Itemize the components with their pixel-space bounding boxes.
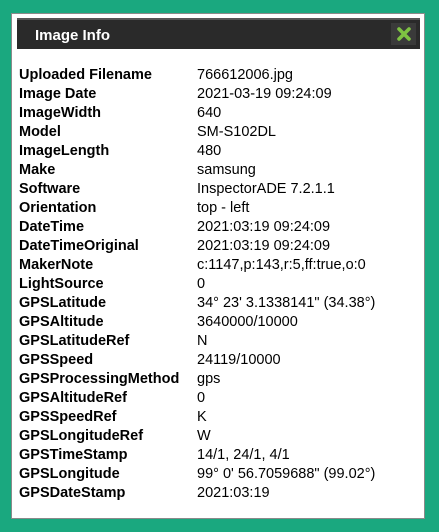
metadata-value: 766612006.jpg (197, 67, 293, 83)
metadata-row: GPSProcessingMethod gps (19, 370, 419, 389)
metadata-row: ImageLength 480 (19, 142, 419, 161)
metadata-value: 0 (197, 390, 206, 406)
metadata-value: 3640000/10000 (197, 314, 298, 330)
dialog-titlebar[interactable]: Image Info (17, 18, 420, 49)
metadata-row: LightSource 0 (19, 275, 419, 294)
metadata-row: Image Date 2021-03-19 09:24:09 (19, 85, 419, 104)
metadata-row: Software InspectorADE 7.2.1.1 (19, 180, 419, 199)
metadata-value: 0 (197, 276, 206, 292)
metadata-row: GPSAltitude 3640000/10000 (19, 313, 419, 332)
metadata-value: 480 (197, 143, 222, 159)
metadata-row: MakerNote c:1147,p:143,r:5,ff:true,o:0 (19, 256, 419, 275)
metadata-row: GPSSpeedRef K (19, 408, 419, 427)
metadata-row: GPSLongitudeRef W (19, 427, 419, 446)
close-x-icon (396, 27, 411, 41)
metadata-value: 640 (197, 105, 222, 121)
metadata-key: GPSLatitude (19, 295, 107, 311)
metadata-key: Make (19, 162, 56, 178)
metadata-value: 24119/10000 (197, 352, 281, 368)
metadata-key: GPSAltitudeRef (19, 390, 127, 406)
metadata-key: GPSSpeed (19, 352, 94, 368)
metadata-value: W (197, 428, 211, 444)
metadata-value: 14/1, 24/1, 4/1 (197, 447, 290, 463)
metadata-key: GPSSpeedRef (19, 409, 117, 425)
metadata-value: c:1147,p:143,r:5,ff:true,o:0 (197, 257, 366, 273)
metadata-row: Uploaded Filename 766612006.jpg (19, 66, 419, 85)
metadata-key: GPSAltitude (19, 314, 104, 330)
metadata-key: Software (19, 181, 81, 197)
metadata-key: GPSDateStamp (19, 485, 126, 501)
metadata-value: N (197, 333, 208, 349)
metadata-value: SM-S102DL (197, 124, 276, 140)
metadata-key: ImageLength (19, 143, 110, 159)
close-button[interactable] (391, 23, 416, 45)
metadata-row: GPSAltitudeRef 0 (19, 389, 419, 408)
metadata-key: DateTime (19, 219, 85, 235)
metadata-key: ImageWidth (19, 105, 102, 121)
metadata-row: GPSLongitude 99° 0' 56.7059688" (99.02°) (19, 465, 419, 484)
metadata-value: InspectorADE 7.2.1.1 (197, 181, 335, 197)
metadata-row: Model SM-S102DL (19, 123, 419, 142)
image-info-dialog: Image Info Uploaded Filename 766612006.jp… (11, 13, 425, 519)
metadata-row: GPSTimeStamp 14/1, 24/1, 4/1 (19, 446, 419, 465)
metadata-key: MakerNote (19, 257, 94, 273)
metadata-row: Make samsung (19, 161, 419, 180)
metadata-row: GPSLatitudeRef N (19, 332, 419, 351)
metadata-list: Uploaded Filename 766612006.jpg Image Date… (19, 66, 419, 503)
metadata-key: Uploaded Filename (19, 67, 152, 83)
metadata-key: GPSLongitudeRef (19, 428, 144, 444)
metadata-key: Orientation (19, 200, 97, 216)
metadata-value: 2021-03-19 09:24:09 (197, 86, 332, 102)
metadata-value: samsung (197, 162, 256, 178)
metadata-row: DateTime 2021:03:19 09:24:09 (19, 218, 419, 237)
dialog-title: Image Info (35, 27, 111, 44)
metadata-value: K (197, 409, 207, 425)
metadata-key: GPSLongitude (19, 466, 120, 482)
metadata-value: 2021:03:19 (197, 485, 270, 501)
metadata-value: gps (197, 371, 221, 387)
metadata-row: ImageWidth 640 (19, 104, 419, 123)
metadata-row: Orientation top - left (19, 199, 419, 218)
metadata-value: top - left (197, 200, 250, 216)
metadata-row: GPSDateStamp 2021:03:19 (19, 484, 419, 503)
metadata-value: 2021:03:19 09:24:09 (197, 238, 331, 254)
metadata-row: GPSSpeed 24119/10000 (19, 351, 419, 370)
metadata-value: 34° 23' 3.1338141" (34.38°) (197, 295, 376, 311)
metadata-value: 2021:03:19 09:24:09 (197, 219, 331, 235)
metadata-value: 99° 0' 56.7059688" (99.02°) (197, 466, 376, 482)
metadata-row: GPSLatitude 34° 23' 3.1338141" (34.38°) (19, 294, 419, 313)
metadata-key: Image Date (19, 86, 97, 102)
metadata-key: Model (19, 124, 61, 140)
metadata-key: GPSProcessingMethod (19, 371, 180, 387)
metadata-key: DateTimeOriginal (19, 238, 139, 254)
metadata-key: GPSLatitudeRef (19, 333, 130, 349)
metadata-row: DateTimeOriginal 2021:03:19 09:24:09 (19, 237, 419, 256)
metadata-key: GPSTimeStamp (19, 447, 128, 463)
metadata-key: LightSource (19, 276, 104, 292)
